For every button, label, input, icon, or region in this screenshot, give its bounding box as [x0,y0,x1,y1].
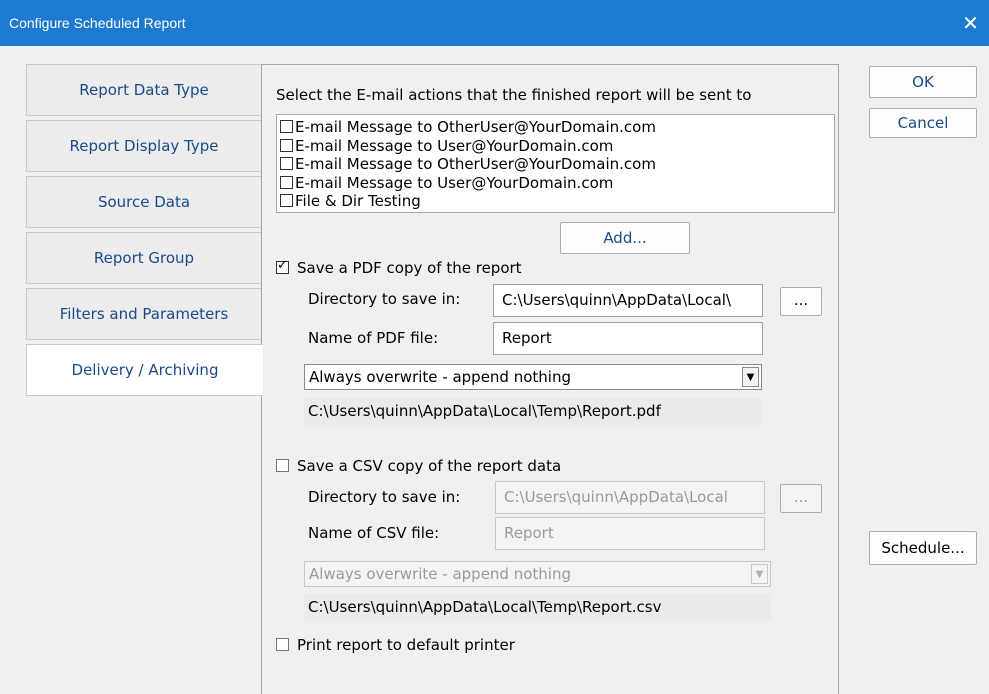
list-item[interactable]: E-mail Message to User@YourDomain.com [280,137,613,156]
tab-source-data[interactable]: Source Data [26,176,262,228]
window-title: Configure Scheduled Report [9,15,186,31]
csv-checkbox[interactable] [276,459,289,472]
pdf-directory-label: Directory to save in: [308,290,461,308]
csv-filename-label: Name of CSV file: [308,524,440,542]
pdf-directory-input[interactable]: C:\Users\quinn\AppData\Local\ [493,284,763,317]
pdf-filename-input[interactable]: Report [493,322,763,355]
email-item-checkbox[interactable] [280,194,293,207]
ok-button[interactable]: OK [869,66,977,98]
pdf-full-path: C:\Users\quinn\AppData\Local\Temp\Report… [304,398,762,425]
tab-filters-and-parameters[interactable]: Filters and Parameters [26,288,262,340]
list-item-label: E-mail Message to User@YourDomain.com [295,174,614,192]
csv-overwrite-select[interactable]: Always overwrite - append nothing ▼ [304,561,771,587]
chevron-down-icon[interactable]: ▼ [742,367,759,387]
list-item-label: E-mail Message to User@YourDomain.com [295,137,614,155]
print-checkbox[interactable] [276,638,289,651]
csv-checkbox-label: Save a CSV copy of the report data [297,457,562,475]
email-item-checkbox[interactable] [280,157,293,170]
tab-report-group[interactable]: Report Group [26,232,262,284]
add-email-action-button[interactable]: Add... [560,222,690,254]
email-item-checkbox[interactable] [280,120,293,133]
email-actions-heading: Select the E-mail actions that the finis… [276,86,752,104]
csv-browse-button[interactable]: ... [780,484,822,513]
pdf-checkbox[interactable] [276,258,289,274]
pdf-checkbox-label: Save a PDF copy of the report [297,259,522,277]
print-checkbox-row[interactable]: Print report to default printer [276,636,515,654]
email-item-checkbox[interactable] [280,139,293,152]
list-item[interactable]: File & Dir Testing [280,192,421,211]
email-actions-list[interactable]: E-mail Message to OtherUser@YourDomain.c… [276,114,835,213]
tab-report-data-type[interactable]: Report Data Type [26,64,262,116]
pdf-browse-button[interactable]: ... [780,287,822,316]
list-item-label: E-mail Message to OtherUser@YourDomain.c… [295,118,656,136]
tab-report-display-type[interactable]: Report Display Type [26,120,262,172]
list-item[interactable]: E-mail Message to OtherUser@YourDomain.c… [280,155,656,174]
pdf-checkbox-row[interactable]: Save a PDF copy of the report [276,258,522,277]
list-item-label: E-mail Message to OtherUser@YourDomain.c… [295,155,656,173]
pdf-overwrite-value: Always overwrite - append nothing [309,368,571,386]
email-item-checkbox[interactable] [280,176,293,189]
csv-directory-label: Directory to save in: [308,488,461,506]
list-item-label: File & Dir Testing [295,192,421,210]
list-item[interactable]: E-mail Message to OtherUser@YourDomain.c… [280,118,656,137]
title-bar: Configure Scheduled Report ✕ [0,0,989,46]
chevron-down-icon[interactable]: ▼ [751,564,768,584]
cancel-button[interactable]: Cancel [869,108,977,138]
tab-delivery-archiving[interactable]: Delivery / Archiving [26,344,263,396]
print-checkbox-label: Print report to default printer [297,636,515,654]
csv-directory-input[interactable]: C:\Users\quinn\AppData\Local [495,481,765,514]
pdf-filename-label: Name of PDF file: [308,329,439,347]
list-item[interactable]: E-mail Message to User@YourDomain.com [280,174,613,193]
close-icon[interactable]: ✕ [952,6,989,40]
pdf-overwrite-select[interactable]: Always overwrite - append nothing ▼ [304,364,762,390]
schedule-button[interactable]: Schedule... [869,531,977,565]
csv-checkbox-row[interactable]: Save a CSV copy of the report data [276,457,561,475]
csv-full-path: C:\Users\quinn\AppData\Local\Temp\Report… [304,594,771,621]
csv-overwrite-value: Always overwrite - append nothing [309,565,571,583]
csv-filename-input[interactable]: Report [495,517,765,550]
